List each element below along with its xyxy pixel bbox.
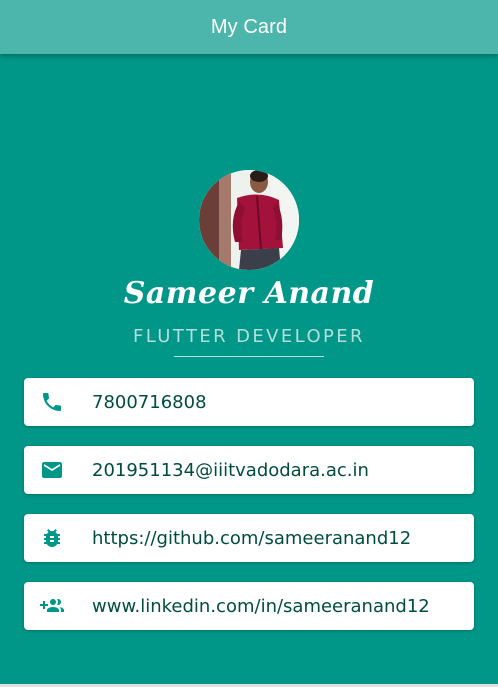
contact-text: 7800716808: [92, 391, 207, 413]
contact-card-email[interactable]: 201951134@iiitvadodara.ac.in: [24, 446, 474, 494]
app-bar: My Card: [0, 0, 498, 54]
phone-icon: [40, 390, 64, 414]
contact-text: 201951134@iiitvadodara.ac.in: [92, 459, 369, 481]
divider: [174, 356, 324, 357]
profile-title: FLUTTER DEVELOPER: [133, 326, 365, 347]
contact-text: www.linkedin.com/in/sameeranand12: [92, 595, 430, 617]
card-page: Sameer Anand FLUTTER DEVELOPER 780071680…: [0, 54, 498, 684]
email-icon: [40, 458, 64, 482]
profile-name: Sameer Anand: [123, 276, 375, 311]
contact-card-phone[interactable]: 7800716808: [24, 378, 474, 426]
contact-card-github[interactable]: https://github.com/sameeranand12: [24, 514, 474, 562]
avatar: [199, 170, 299, 270]
app-title: My Card: [210, 15, 288, 38]
contact-card-linkedin[interactable]: www.linkedin.com/in/sameeranand12: [24, 582, 474, 630]
contact-text: https://github.com/sameeranand12: [92, 527, 412, 549]
group-add-icon: [40, 594, 64, 618]
bug-icon: [40, 526, 64, 550]
